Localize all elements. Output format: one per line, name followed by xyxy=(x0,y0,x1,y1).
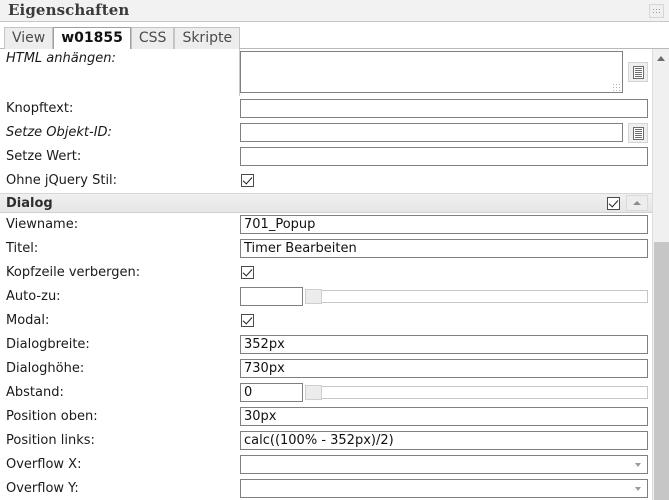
auto-zu-input[interactable] xyxy=(240,287,303,306)
viewname-input[interactable] xyxy=(240,215,648,234)
row-position-oben: Position oben: xyxy=(0,405,652,429)
row-knopftext: Knopftext: xyxy=(0,97,652,121)
field-dialoghoehe xyxy=(240,359,652,378)
label-setze-wert: Setze Wert: xyxy=(6,149,82,164)
row-overflow-y: Overflow Y: xyxy=(0,477,652,500)
label-auto-zu: Auto-zu: xyxy=(6,289,61,304)
label-kopfzeile-verbergen: Kopfzeile verbergen: xyxy=(6,265,141,280)
html-anhaengen-textarea[interactable] xyxy=(240,51,623,93)
tab-bar: View w01855 CSS Skripte xyxy=(0,22,669,49)
label-abstand: Abstand: xyxy=(6,385,64,400)
chevron-up-icon-scroll[interactable] xyxy=(653,49,669,66)
overflow-x-select-wrap xyxy=(240,455,648,474)
list-picker-icon xyxy=(633,66,644,79)
list-picker-icon xyxy=(633,126,644,140)
label-overflow-x: Overflow X: xyxy=(6,457,82,472)
field-auto-zu xyxy=(240,287,652,306)
row-dialoghoehe: Dialoghöhe: xyxy=(0,357,652,381)
modal-checkbox[interactable] xyxy=(241,314,254,327)
property-rows: HTML anhängen: Knopftext: Setze Objekt-I… xyxy=(0,49,652,500)
label-position-oben: Position oben: xyxy=(6,409,98,424)
chevron-up-icon-dialog[interactable] xyxy=(626,195,648,211)
label-knopftext: Knopftext: xyxy=(6,101,74,116)
abstand-slider[interactable] xyxy=(305,385,648,400)
field-abstand xyxy=(240,383,652,402)
field-dialogbreite xyxy=(240,335,652,354)
tab-skripte[interactable]: Skripte xyxy=(174,27,241,49)
overflow-x-select[interactable] xyxy=(240,455,648,474)
section-dialog-checkbox[interactable] xyxy=(607,196,620,210)
field-setze-wert xyxy=(240,147,652,166)
auto-zu-slider[interactable] xyxy=(305,289,648,304)
field-titel xyxy=(240,239,652,258)
abstand-slider-handle[interactable] xyxy=(305,385,322,400)
row-auto-zu: Auto-zu: xyxy=(0,285,652,309)
label-position-links: Position links: xyxy=(6,433,95,448)
label-setze-objekt-id: Setze Objekt-ID: xyxy=(6,125,112,140)
field-setze-objekt-id xyxy=(240,122,652,143)
field-knopftext xyxy=(240,99,652,118)
label-modal: Modal: xyxy=(6,313,50,328)
position-links-input[interactable] xyxy=(240,431,648,450)
list-picker-icon-button-html[interactable] xyxy=(628,62,648,82)
knopftext-input[interactable] xyxy=(240,99,648,118)
setze-objekt-id-input[interactable] xyxy=(240,123,623,142)
overflow-y-select-wrap xyxy=(240,479,648,498)
field-position-oben xyxy=(240,407,652,426)
auto-zu-slider-handle[interactable] xyxy=(305,289,322,304)
properties-window: Eigenschaften View w01855 CSS Skripte HTML … xyxy=(0,0,669,500)
field-viewname xyxy=(240,215,652,234)
label-dialogbreite: Dialogbreite: xyxy=(6,337,90,352)
window-titlebar: Eigenschaften xyxy=(0,0,669,22)
field-html-anhaengen xyxy=(240,49,652,93)
field-ohne-jquery-stil xyxy=(240,174,652,187)
setze-wert-input[interactable] xyxy=(240,147,648,166)
label-html-anhaengen: HTML anhängen: xyxy=(0,49,240,96)
list-picker-icon-button-objekt-id[interactable] xyxy=(628,122,648,143)
overflow-y-select[interactable] xyxy=(240,479,648,498)
dialogbreite-input[interactable] xyxy=(240,335,648,354)
row-titel: Titel: xyxy=(0,237,652,261)
field-modal xyxy=(240,314,652,327)
field-kopfzeile-verbergen xyxy=(240,266,652,279)
field-overflow-x xyxy=(240,455,652,474)
row-ohne-jquery-stil: Ohne jQuery Stil: xyxy=(0,169,652,193)
html-anhaengen-textarea-wrap xyxy=(240,51,623,93)
vertical-scrollbar[interactable] xyxy=(652,49,669,500)
label-dialoghoehe: Dialoghöhe: xyxy=(6,361,85,376)
titel-input[interactable] xyxy=(240,239,648,258)
label-ohne-jquery-stil: Ohne jQuery Stil: xyxy=(6,173,118,188)
section-header-dialog: Dialog xyxy=(0,193,652,213)
row-kopfzeile-verbergen: Kopfzeile verbergen: xyxy=(0,261,652,285)
abstand-input[interactable] xyxy=(240,383,303,402)
row-position-links: Position links: xyxy=(0,429,652,453)
kopfzeile-verbergen-checkbox[interactable] xyxy=(241,266,254,279)
position-oben-input[interactable] xyxy=(240,407,648,426)
label-titel: Titel: xyxy=(6,241,39,256)
label-overflow-y: Overflow Y: xyxy=(6,481,79,496)
dots-grip-icon[interactable] xyxy=(649,4,664,18)
row-setze-wert: Setze Wert: xyxy=(0,145,652,169)
dialoghoehe-input[interactable] xyxy=(240,359,648,378)
ohne-jquery-stil-checkbox[interactable] xyxy=(241,174,254,187)
row-overflow-x: Overflow X: xyxy=(0,453,652,477)
section-title-dialog: Dialog xyxy=(6,195,53,211)
tab-w01855[interactable]: w01855 xyxy=(53,27,131,49)
tab-view[interactable]: View xyxy=(4,27,54,49)
properties-content: HTML anhängen: Knopftext: Setze Objekt-I… xyxy=(0,49,669,500)
row-dialogbreite: Dialogbreite: xyxy=(0,333,652,357)
field-position-links xyxy=(240,431,652,450)
field-overflow-y xyxy=(240,479,652,498)
row-html-anhaengen: HTML anhängen: xyxy=(0,49,652,97)
scrollbar-thumb[interactable] xyxy=(654,242,669,500)
row-setze-objekt-id: Setze Objekt-ID: xyxy=(0,121,652,145)
page-title: Eigenschaften xyxy=(8,1,130,19)
row-abstand: Abstand: xyxy=(0,381,652,405)
tab-css[interactable]: CSS xyxy=(130,27,175,49)
row-viewname: Viewname: xyxy=(0,213,652,237)
label-viewname: Viewname: xyxy=(6,217,79,232)
row-modal: Modal: xyxy=(0,309,652,333)
